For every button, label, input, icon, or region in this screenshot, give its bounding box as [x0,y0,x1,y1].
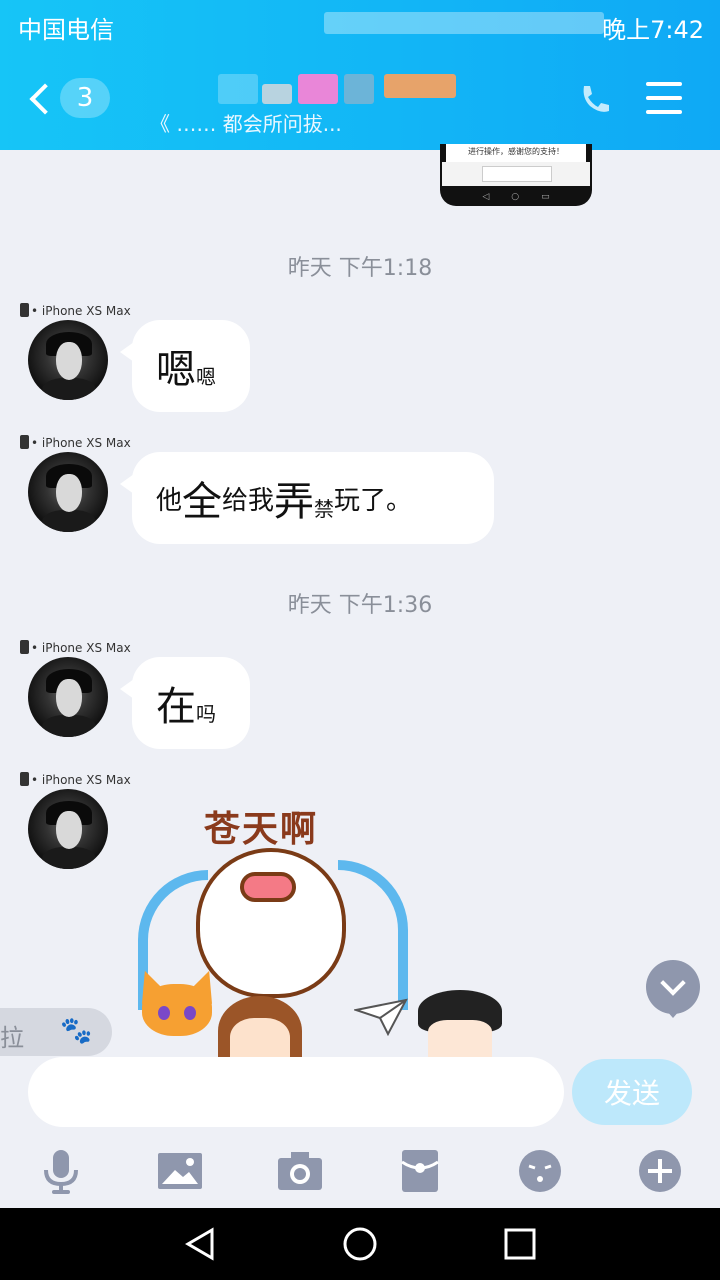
message-input[interactable] [28,1057,564,1127]
boy-character [418,990,502,1058]
plus-icon[interactable] [635,1146,685,1196]
message-bubble[interactable]: 嗯嗯 [120,320,250,412]
message-input-row: 发送 [0,1055,720,1130]
message-bubble[interactable]: 在吗 [120,657,250,749]
phone-call-icon[interactable] [578,82,612,116]
phone-icon [20,772,29,786]
status-icons-blurred [324,12,604,34]
carrier-name: 中国电信 [18,16,114,44]
message-item: • iPhone XS Max 在吗 [20,639,710,751]
avatar[interactable] [28,320,108,400]
girl-character [218,996,302,1066]
pull-tab[interactable]: 拉 🐾 [0,1008,112,1056]
crying-mouth [240,872,296,902]
device-label: • iPhone XS Max [20,771,131,789]
nav-recents-icon[interactable] [502,1226,538,1262]
chat-subtitle[interactable]: 《 …… 都会所问拔... [150,108,590,137]
image-icon[interactable] [155,1146,205,1196]
chevron-left-icon [29,83,61,115]
phone-icon [20,640,29,654]
screenshot-image-message[interactable]: 进行操作，感谢您的支持！ ◁○▭ [440,144,592,206]
status-time: 晚上7:42 [602,16,704,44]
screenshot-input-field [482,166,552,182]
menu-icon[interactable] [646,82,682,114]
input-toolbar [0,1138,720,1204]
nav-home-icon[interactable] [342,1226,378,1262]
device-label: • iPhone XS Max [20,434,131,452]
timestamp: 昨天 下午1:18 [287,256,433,281]
scroll-to-bottom-button[interactable] [646,960,700,1018]
title-blur [218,74,258,104]
message-item: • iPhone XS Max 他全给我弄禁玩了。 [20,434,710,546]
emoji-icon[interactable] [515,1146,565,1196]
title-blur [262,84,292,104]
phone-icon [20,435,29,449]
system-nav-bar [0,1208,720,1280]
chat-header: 中国电信 晚上7:42 3 《 …… 都会所问拔... [0,0,720,150]
sticker-caption: 苍天啊 [204,809,319,850]
screenshot-note: 进行操作，感谢您的支持！ [446,144,586,162]
paper-plane-icon [352,996,408,1037]
microphone-icon[interactable] [36,1146,86,1196]
unread-count-badge: 3 [60,78,110,118]
camera-icon[interactable] [275,1146,325,1196]
send-button[interactable]: 发送 [572,1059,692,1125]
chat-message-list[interactable]: 进行操作，感谢您的支持！ ◁○▭ 昨天 下午1:18 • iPhone XS M… [0,144,720,1066]
back-button[interactable]: 3 [29,78,114,122]
title-blur [344,74,374,104]
tear-stream-right [338,860,408,1010]
phone-icon [20,303,29,317]
avatar[interactable] [28,657,108,737]
avatar[interactable] [28,789,108,869]
paw-icon: 🐾 [60,1016,93,1046]
title-blur [384,74,456,98]
avatar[interactable] [28,452,108,532]
title-blur [298,74,338,104]
message-bubble[interactable]: 他全给我弄禁玩了。 [120,452,494,544]
pull-tab-label: 拉 [0,1024,24,1052]
device-label: • iPhone XS Max [20,639,131,657]
screenshot-nav: ◁○▭ [482,192,572,202]
timestamp: 昨天 下午1:36 [287,593,433,618]
red-packet-icon[interactable] [395,1146,445,1196]
device-label: • iPhone XS Max [20,302,131,320]
message-item: • iPhone XS Max 嗯嗯 [20,302,710,414]
sticker-message[interactable]: 苍天啊 [128,790,508,1066]
nav-back-icon[interactable] [182,1226,218,1262]
fox-character [131,966,223,1058]
